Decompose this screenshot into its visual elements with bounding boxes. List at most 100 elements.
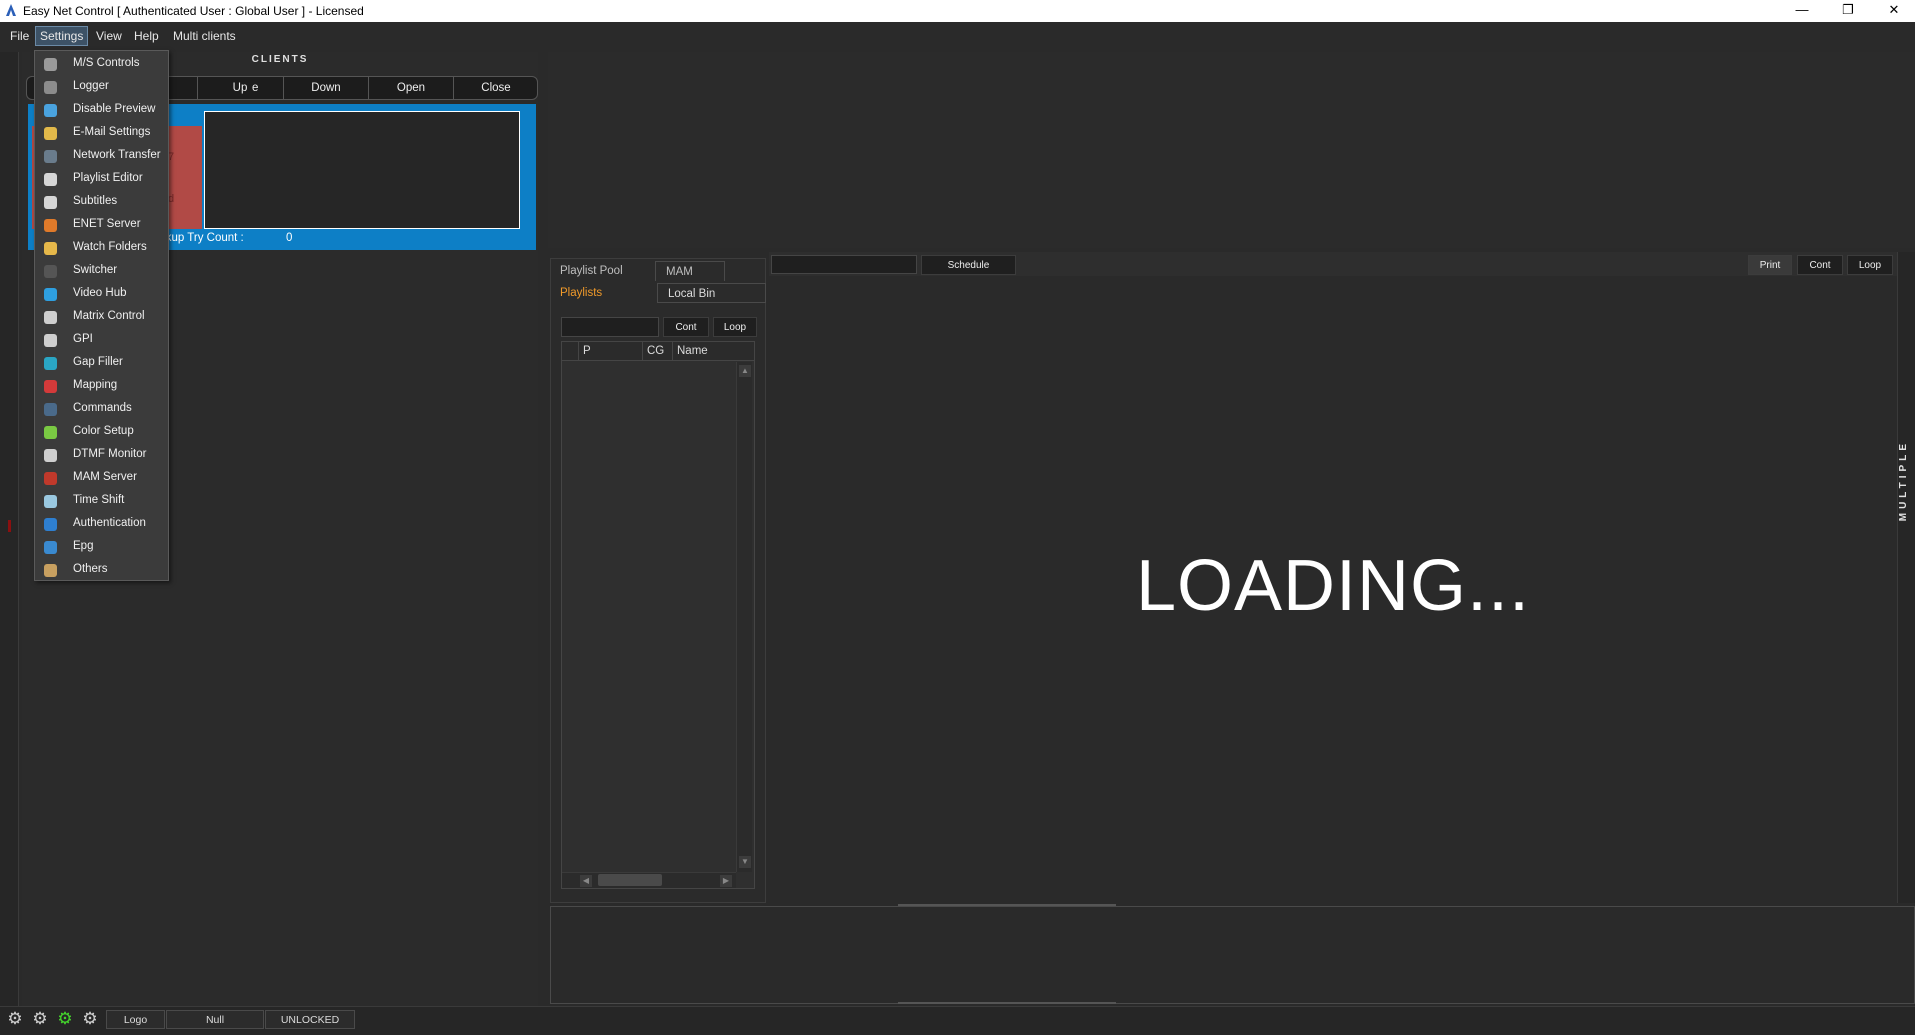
settings-menu-label: Playlist Editor [73, 172, 143, 184]
settings-menu-item[interactable]: Commands [35, 398, 168, 421]
settings-menu-label: E-Mail Settings [73, 126, 151, 138]
settings-menu-item[interactable]: E-Mail Settings [35, 122, 168, 145]
tab-mam[interactable]: MAM [655, 261, 725, 281]
settings-menu-item[interactable]: Mapping [35, 375, 168, 398]
settings-menu-item[interactable]: Gap Filler [35, 352, 168, 375]
playlist-cont-button[interactable]: Cont [663, 317, 709, 337]
settings-menu-item[interactable]: Epg [35, 536, 168, 559]
minimize-button[interactable]: — [1779, 0, 1825, 22]
settings-menu-label: ENET Server [73, 218, 141, 230]
menu-file[interactable]: File [6, 26, 33, 46]
settings-menu-item[interactable]: GPI [35, 329, 168, 352]
settings-menu-item[interactable]: Video Hub [35, 283, 168, 306]
epg-icon [44, 541, 57, 554]
settings-menu-item[interactable]: Authentication [35, 513, 168, 536]
app-logo-icon [6, 4, 16, 16]
splitter-handle[interactable] [898, 1002, 1116, 1004]
main-loop-button[interactable]: Loop [1847, 255, 1893, 275]
menu-help[interactable]: Help [130, 26, 163, 46]
time-shift-icon [44, 495, 57, 508]
tab-local-bin[interactable]: Local Bin [657, 283, 766, 303]
settings-menu-label: Commands [73, 402, 132, 414]
scroll-up-icon[interactable]: ▲ [739, 365, 751, 377]
settings-menu-item[interactable]: Others [35, 559, 168, 582]
menu-multi-clients[interactable]: Multi clients [169, 26, 240, 46]
network-icon [44, 150, 57, 163]
list-icon [44, 173, 57, 186]
gear-icon[interactable]: ⚙ [6, 1010, 24, 1028]
settings-menu-item[interactable]: Disable Preview [35, 99, 168, 122]
playlist-loop-button[interactable]: Loop [713, 317, 757, 337]
close-window-button[interactable]: ✕ [1871, 0, 1915, 22]
menu-settings[interactable]: Settings [35, 26, 89, 46]
column-header-cg[interactable]: CG [642, 342, 672, 361]
subtitles-icon [44, 196, 57, 209]
menu-bar: File Settings View Help Multi clients [0, 22, 1915, 50]
gear-active-icon[interactable]: ⚙ [56, 1010, 74, 1028]
settings-menu-item[interactable]: DTMF Monitor [35, 444, 168, 467]
multiple-label: MULTIPLE [1898, 440, 1909, 522]
client-down-button[interactable]: Down [283, 77, 368, 99]
settings-menu-label: Subtitles [73, 195, 118, 207]
settings-menu-item[interactable]: Switcher [35, 260, 168, 283]
status-lock[interactable]: UNLOCKED [265, 1010, 355, 1029]
logger-icon [44, 81, 57, 94]
menu-view[interactable]: View [92, 26, 126, 46]
settings-menu-item[interactable]: MAM Server [35, 467, 168, 490]
gear-icon[interactable]: ⚙ [31, 1010, 49, 1028]
settings-menu-item[interactable]: Matrix Control [35, 306, 168, 329]
playlist-vertical-scrollbar[interactable]: ▲ ▼ [736, 362, 752, 872]
scroll-right-icon[interactable]: ▶ [720, 875, 732, 887]
sliders-icon [44, 58, 57, 71]
schedule-button[interactable]: Schedule [921, 255, 1016, 275]
settings-menu-label: Watch Folders [73, 241, 147, 253]
settings-menu-item[interactable]: Watch Folders [35, 237, 168, 260]
settings-menu-item[interactable]: Color Setup [35, 421, 168, 444]
scrollbar-thumb[interactable] [598, 874, 662, 886]
settings-menu-label: MAM Server [73, 471, 137, 483]
settings-menu-label: Switcher [73, 264, 118, 276]
column-header-name[interactable]: Name [672, 342, 736, 361]
scroll-down-icon[interactable]: ▼ [739, 856, 751, 868]
column-header-p[interactable]: P [578, 342, 642, 361]
title-bar: Easy Net Control [ Authenticated User : … [0, 0, 1915, 22]
loading-text: LOADING... [1135, 546, 1531, 626]
settings-menu-label: DTMF Monitor [73, 448, 147, 460]
settings-menu-item[interactable]: Logger [35, 76, 168, 99]
settings-menu-label: Disable Preview [73, 103, 156, 115]
client-open-button[interactable]: Open [368, 77, 453, 99]
tab-playlist-pool[interactable]: Playlist Pool [550, 261, 654, 281]
schedule-input[interactable] [771, 255, 917, 274]
scroll-left-icon[interactable]: ◀ [580, 875, 592, 887]
settings-menu-item[interactable]: ENET Server [35, 214, 168, 237]
tab-playlists[interactable]: Playlists [550, 283, 612, 303]
splitter-handle[interactable] [898, 904, 1116, 906]
settings-menu-item[interactable]: Playlist Editor [35, 168, 168, 191]
settings-menu-label: Network Transfer [73, 149, 161, 161]
playlist-table[interactable] [561, 341, 755, 889]
playlist-search-input[interactable] [561, 317, 659, 337]
settings-menu-item[interactable]: M/S Controls [35, 53, 168, 76]
status-null[interactable]: Null [166, 1010, 264, 1029]
preview-icon [44, 104, 57, 117]
settings-menu-item[interactable]: Network Transfer [35, 145, 168, 168]
gear-icon[interactable]: ⚙ [81, 1010, 99, 1028]
settings-menu-item[interactable]: Time Shift [35, 490, 168, 513]
settings-menu-item[interactable]: Subtitles [35, 191, 168, 214]
main-cont-button[interactable]: Cont [1797, 255, 1843, 275]
matrix-icon [44, 311, 57, 324]
status-logo[interactable]: Logo [106, 1010, 165, 1029]
email-icon [44, 127, 57, 140]
switcher-icon [44, 265, 57, 278]
commands-icon [44, 403, 57, 416]
settings-menu-label: Video Hub [73, 287, 127, 299]
client-up-button[interactable]: Up [197, 77, 282, 99]
lock-icon [44, 518, 57, 531]
preview-area [548, 52, 1915, 248]
print-button[interactable]: Print [1748, 255, 1792, 275]
client-close-button[interactable]: Close [453, 77, 538, 99]
map-pin-icon [44, 380, 57, 393]
multiple-side-strip[interactable] [1897, 252, 1915, 903]
restore-button[interactable]: ❐ [1825, 0, 1871, 22]
video-hub-icon [44, 288, 57, 301]
